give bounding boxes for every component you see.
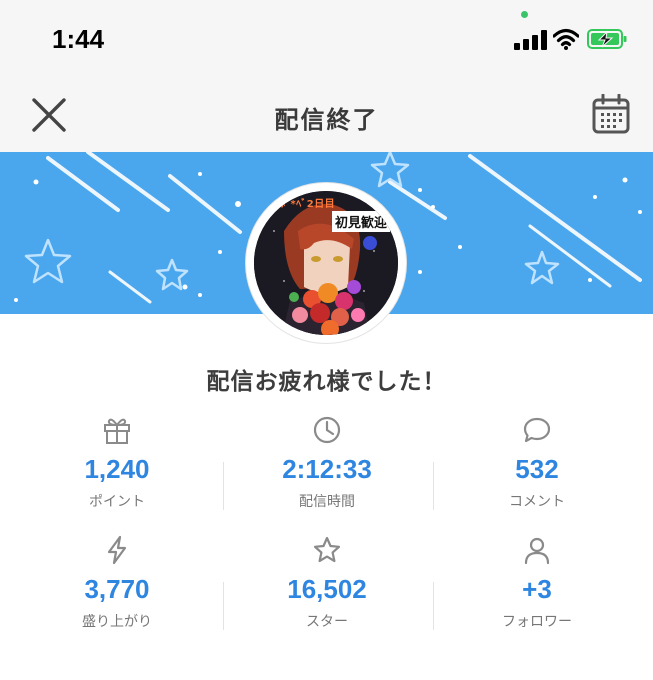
stat-value: 3,770	[84, 574, 150, 604]
gift-icon	[104, 418, 130, 444]
stat-label: フォロワー	[502, 614, 572, 630]
signal-icon	[514, 30, 547, 50]
lightning-icon	[107, 535, 127, 565]
page-title: 配信終了	[274, 106, 379, 134]
stat-divider	[223, 462, 224, 510]
stat-divider	[433, 582, 434, 630]
stat-value: 1,240	[84, 454, 150, 484]
comment-icon	[523, 417, 551, 443]
star-icon	[313, 536, 341, 563]
stat-points: 1,240 ポイント	[12, 414, 222, 511]
stat-value: +3	[522, 574, 552, 604]
avatar-image: ﾎﾟ*ﾍﾞ2日目 初見歓迎	[254, 191, 398, 335]
stat-label: ポイント	[89, 494, 145, 510]
stat-value: 532	[515, 454, 559, 484]
stat-followers: +3 フォロワー	[432, 534, 642, 631]
avatar: ﾎﾟ*ﾍﾞ2日目 初見歓迎	[246, 183, 406, 343]
clock-icon	[313, 416, 341, 444]
stat-divider	[433, 462, 434, 510]
status-bar: 1:44	[0, 0, 653, 78]
stat-duration: 2:12:33 配信時間	[222, 414, 432, 511]
stat-label: コメント	[509, 494, 565, 510]
calendar-icon[interactable]	[592, 94, 630, 134]
stat-comments: 532 コメント	[432, 414, 642, 511]
stat-divider	[223, 582, 224, 630]
user-icon	[524, 537, 550, 565]
stat-value: 16,502	[287, 574, 367, 604]
avatar-tag: 初見歓迎	[332, 211, 391, 232]
stat-excitement: 3,770 盛り上がり	[12, 534, 222, 631]
stat-label: スター	[306, 614, 348, 630]
nav-bar: 配信終了	[0, 78, 653, 152]
stat-label: 配信時間	[299, 494, 355, 510]
avatar-tag-top: ﾎﾟ*ﾍﾞ2日目	[280, 199, 336, 210]
stat-value: 2:12:33	[282, 454, 372, 484]
camera-indicator-dot	[521, 11, 528, 18]
battery-charging-icon	[587, 29, 627, 49]
stat-stars: 16,502 スター	[222, 534, 432, 631]
status-time: 1:44	[52, 24, 105, 54]
stat-label: 盛り上がり	[82, 614, 152, 630]
wifi-icon	[553, 28, 579, 50]
completion-message: 配信お疲れ様でした！	[206, 369, 447, 395]
